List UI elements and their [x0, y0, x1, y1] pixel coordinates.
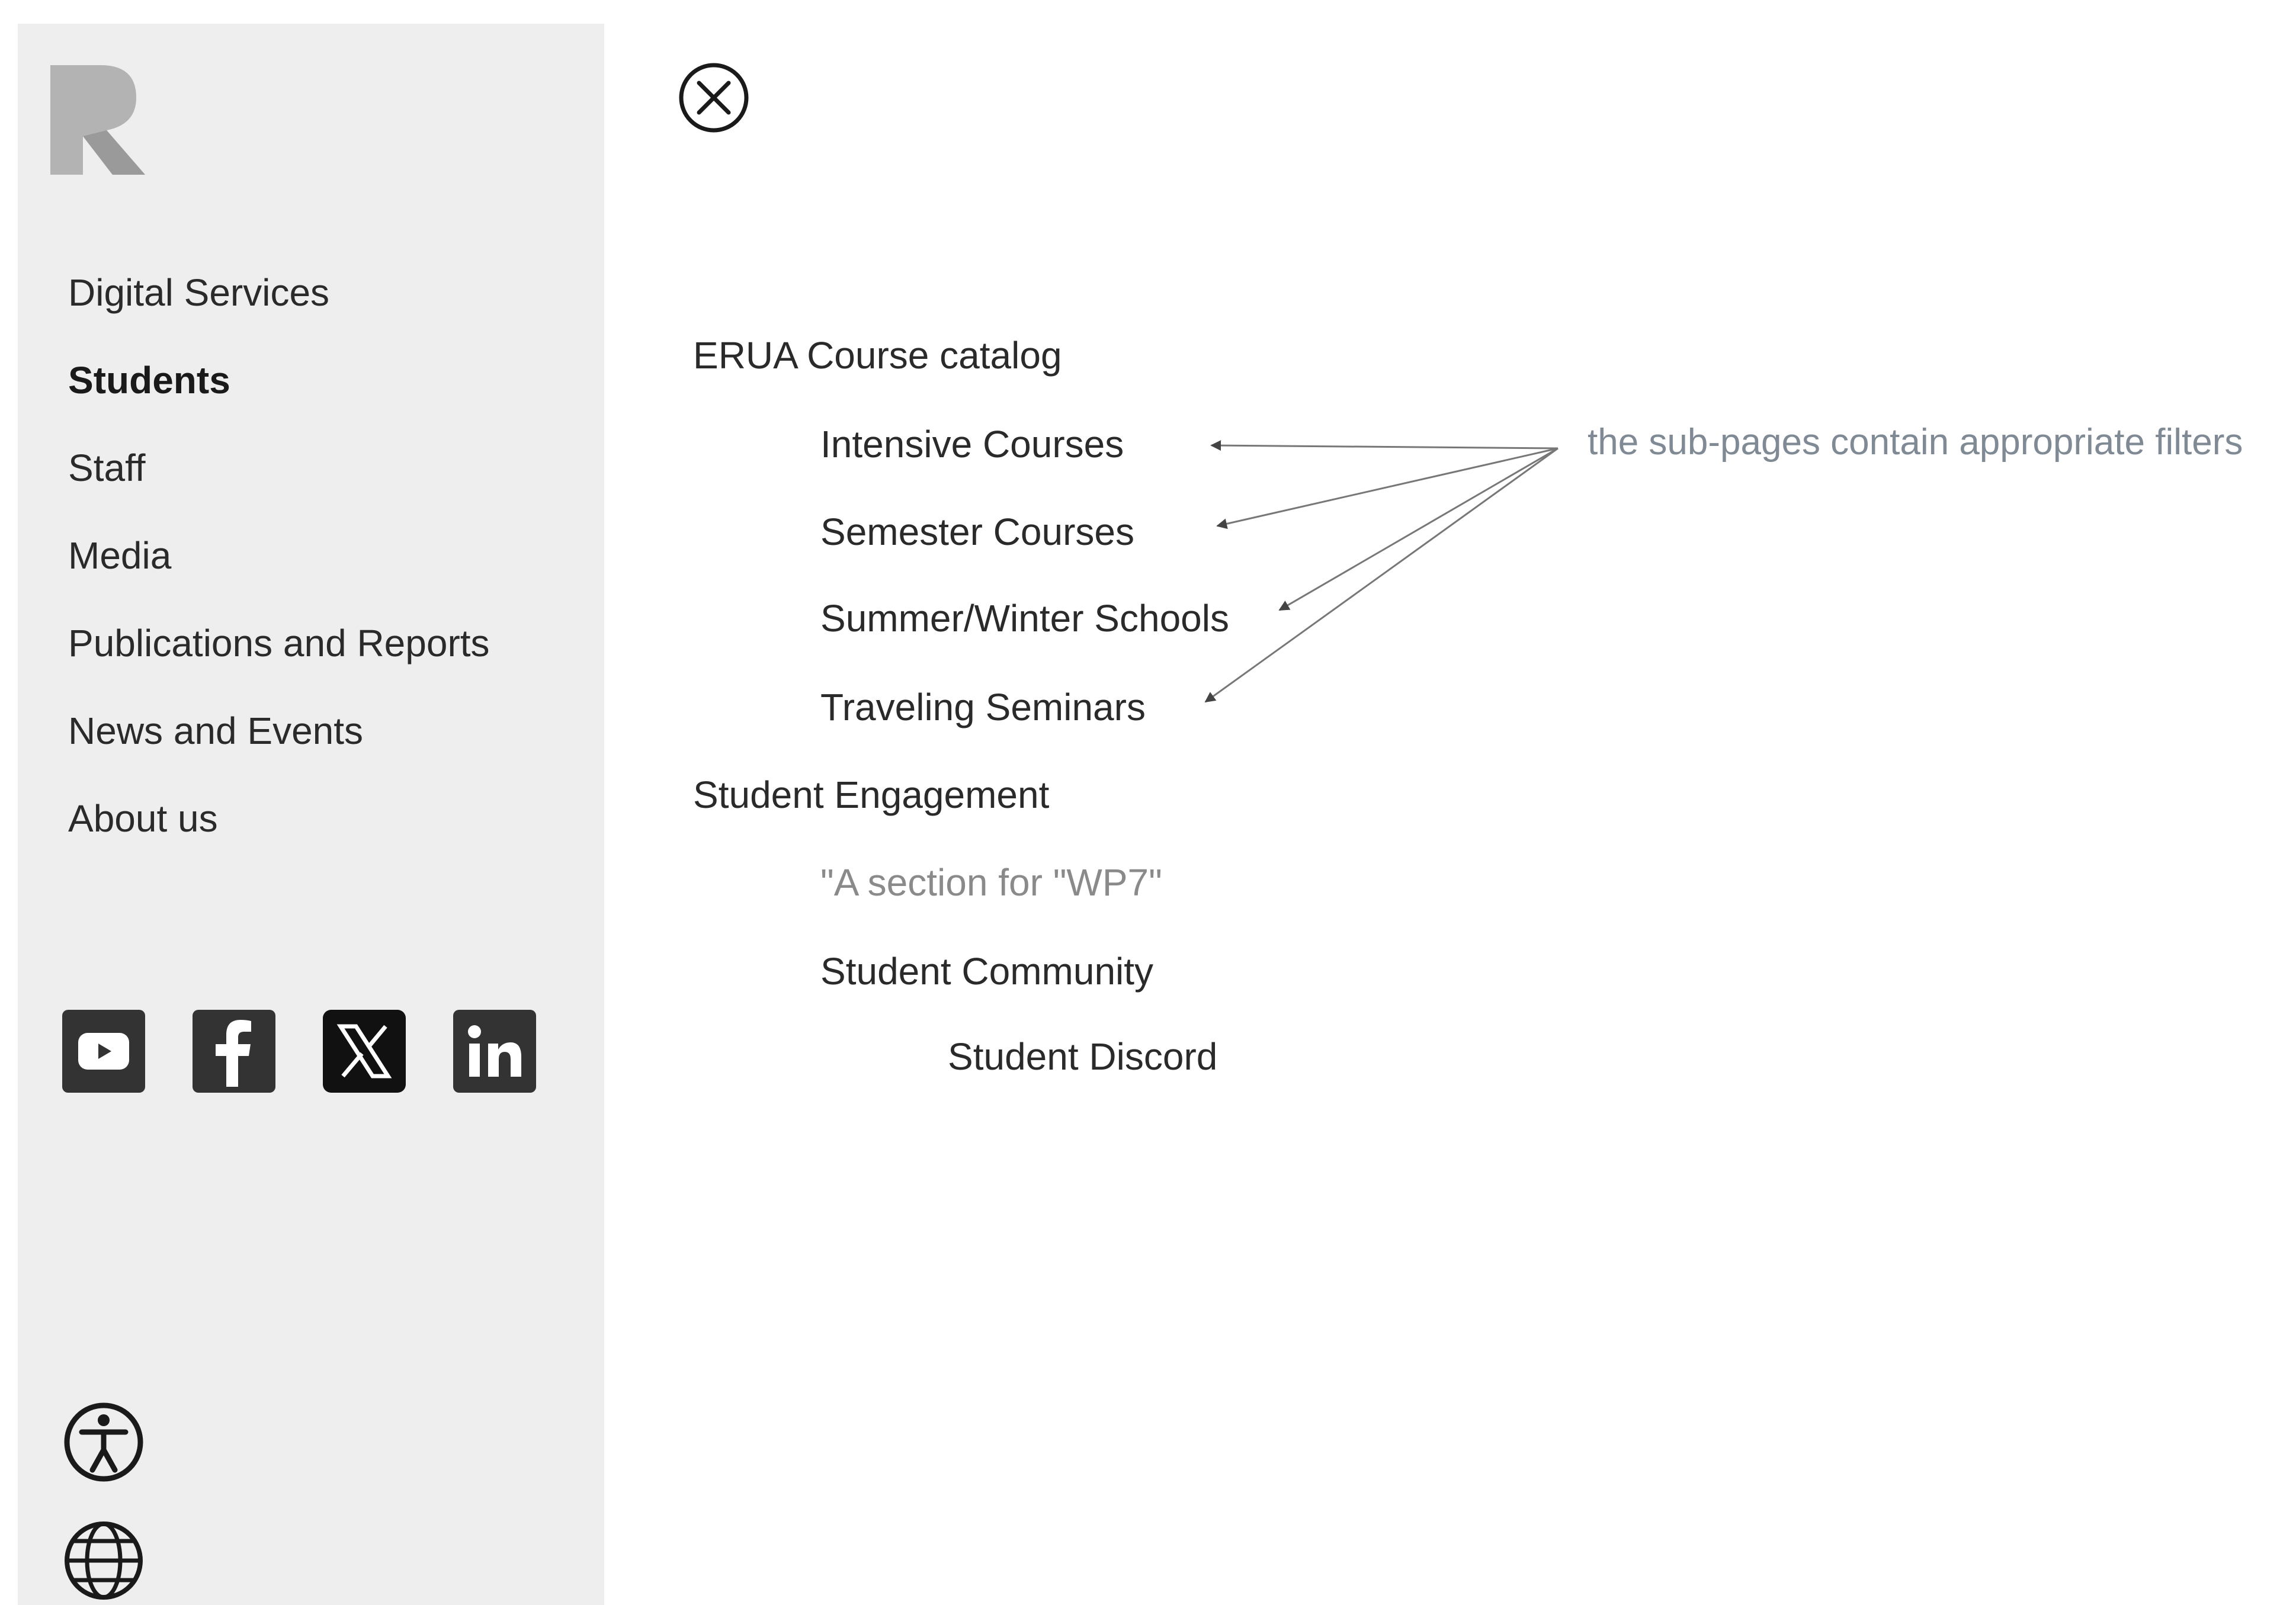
- wp7-section-note: "A section for "WP7": [820, 861, 1162, 904]
- erua-logo[interactable]: [47, 59, 148, 178]
- nav-item-news-and-events[interactable]: News and Events: [68, 687, 490, 775]
- close-icon[interactable]: [675, 59, 752, 136]
- student-community-link[interactable]: Student Community: [820, 952, 1153, 990]
- semester-courses-link[interactable]: Semester Courses: [820, 513, 1134, 551]
- youtube-icon[interactable]: [62, 1010, 145, 1093]
- accessibility-icon[interactable]: [59, 1398, 148, 1487]
- arrow-semester: [1216, 447, 1559, 529]
- linkedin-icon[interactable]: [453, 1010, 536, 1093]
- summer-winter-schools-link[interactable]: Summer/Winter Schools: [820, 599, 1229, 637]
- nav-item-publications-and-reports[interactable]: Publications and Reports: [68, 599, 490, 687]
- student-discord-link[interactable]: Student Discord: [948, 1038, 1217, 1076]
- nav-item-about-us[interactable]: About us: [68, 775, 490, 862]
- arrow-traveling: [1204, 447, 1559, 703]
- sidebar: Digital Services Students Staff Media Pu…: [18, 24, 604, 1605]
- erua-course-catalog-link[interactable]: ERUA Course catalog: [693, 336, 1062, 374]
- arrow-intensive: [1210, 440, 1559, 451]
- page: Digital Services Students Staff Media Pu…: [0, 0, 2296, 1605]
- nav-item-media[interactable]: Media: [68, 512, 490, 599]
- nav-item-students[interactable]: Students: [68, 336, 490, 424]
- traveling-seminars-link[interactable]: Traveling Seminars: [820, 688, 1146, 726]
- arrow-summer-winter: [1278, 447, 1559, 611]
- filters-annotation: the sub-pages contain appropriate filter…: [1588, 422, 2243, 463]
- sidebar-nav: Digital Services Students Staff Media Pu…: [68, 249, 490, 862]
- intensive-courses-link[interactable]: Intensive Courses: [820, 425, 1124, 463]
- student-engagement-link[interactable]: Student Engagement: [693, 776, 1049, 814]
- social-links: [62, 1010, 536, 1093]
- facebook-icon[interactable]: [193, 1010, 275, 1093]
- nav-item-staff[interactable]: Staff: [68, 424, 490, 512]
- x-icon[interactable]: [323, 1010, 406, 1093]
- nav-item-digital-services[interactable]: Digital Services: [68, 249, 490, 336]
- globe-icon[interactable]: [59, 1516, 148, 1605]
